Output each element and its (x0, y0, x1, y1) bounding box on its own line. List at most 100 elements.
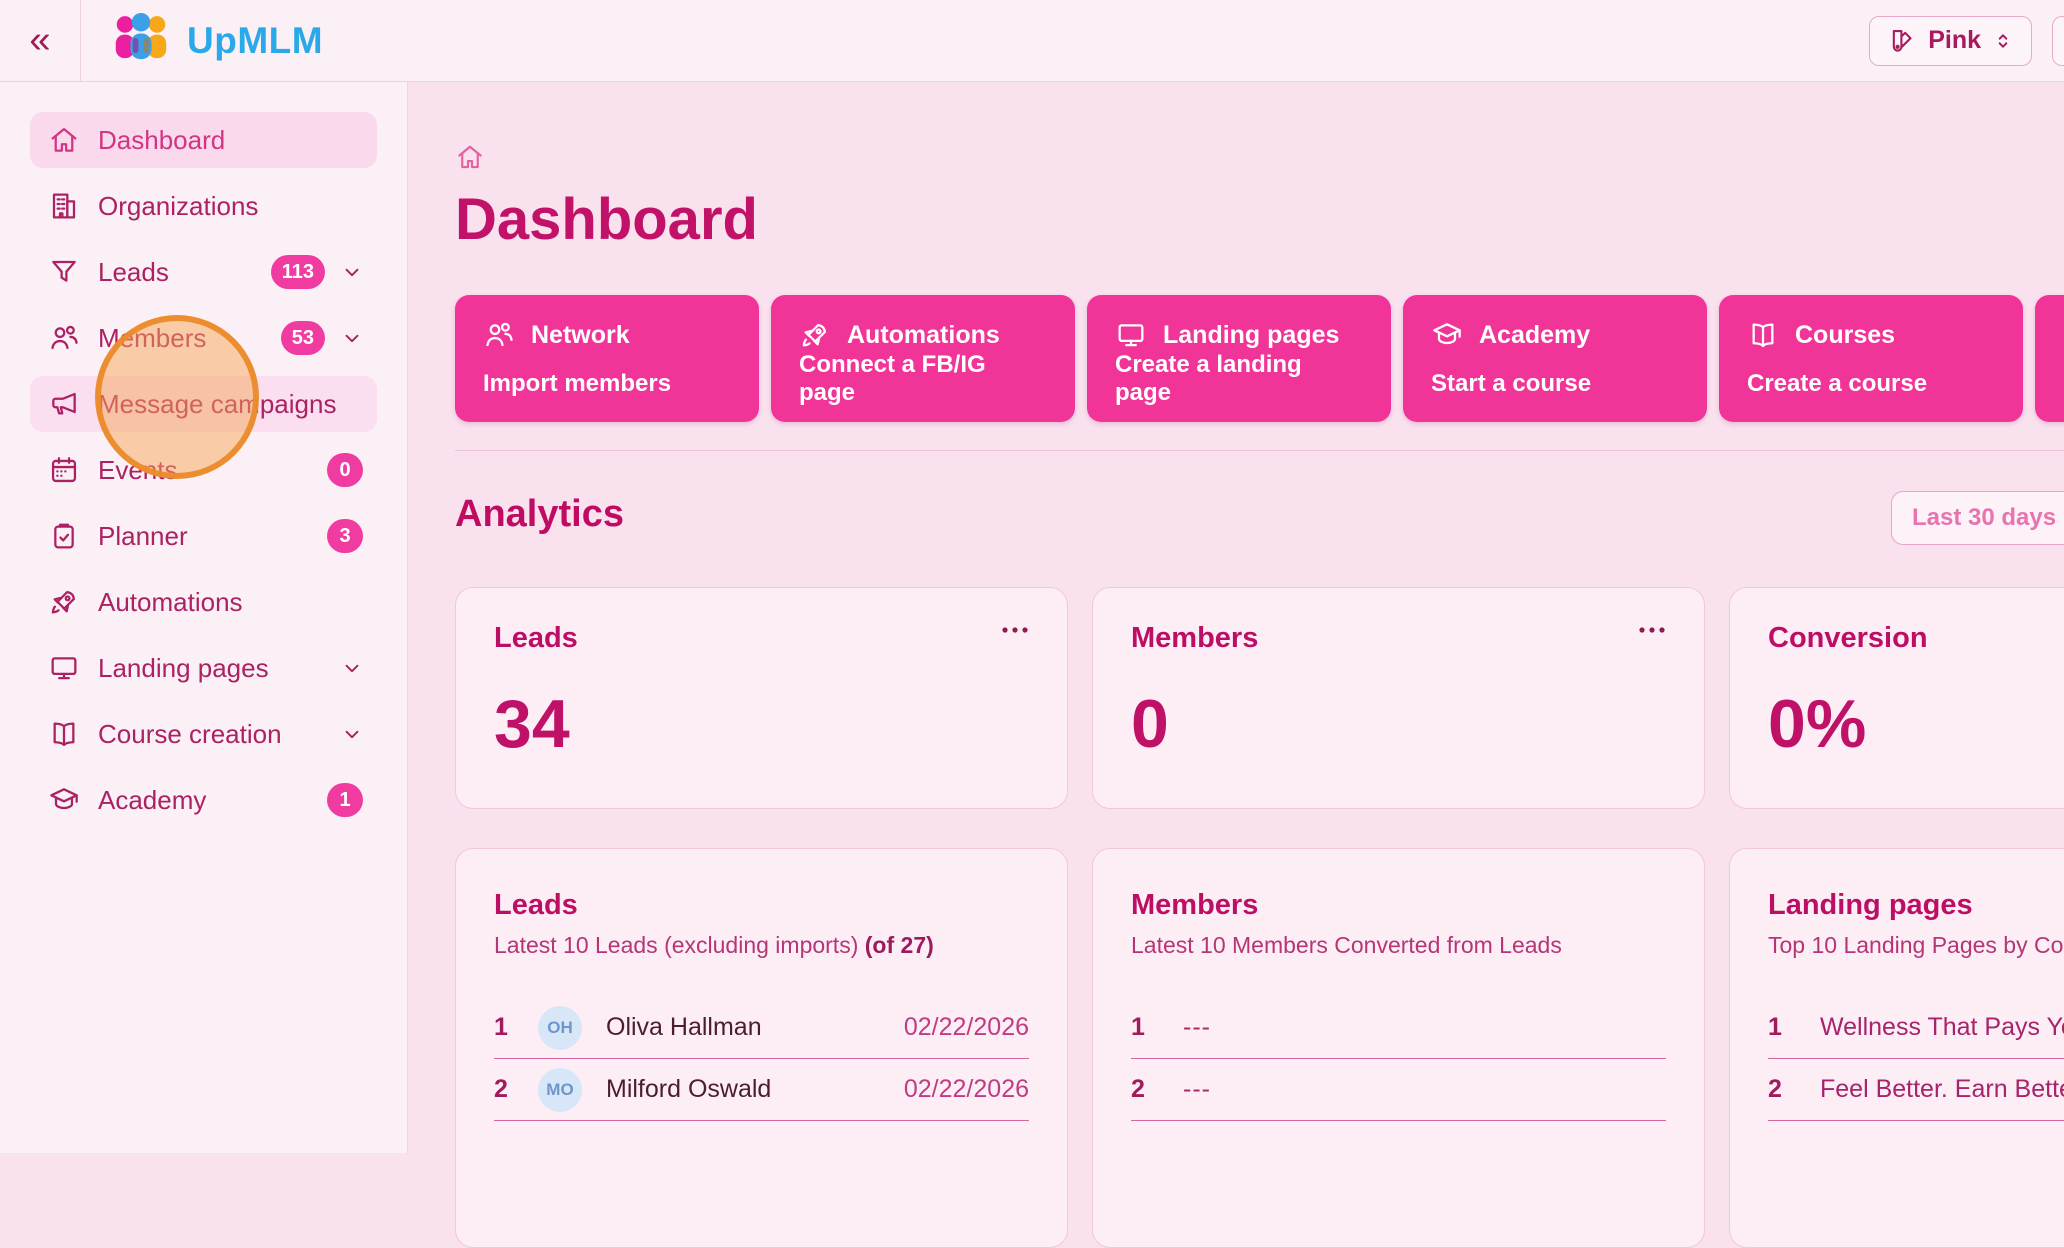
sidebar-item-label: Automations (98, 587, 243, 618)
theme-select-button[interactable]: Pink (1869, 16, 2032, 66)
list-row[interactable]: 2Feel Better. Earn Better. (1768, 1059, 2064, 1121)
row-name: --- (1183, 1013, 1211, 1042)
main-content: Dashboard Network Import members Automatio… (408, 82, 2064, 1153)
date-range-filter[interactable]: Last 30 days 01/23/2026 (1891, 491, 2064, 545)
analytics-lists-row: Leads Latest 10 Leads (excluding imports)… (455, 848, 2064, 1248)
graduation-cap-icon (1431, 319, 1463, 351)
count-badge: 53 (281, 321, 325, 355)
sidebar-item-leads[interactable]: Leads113 (30, 244, 377, 300)
list-row: 2--- (1131, 1059, 1666, 1121)
sidebar-item-label: Events (98, 455, 178, 486)
swatch-icon (1888, 27, 1916, 55)
sidebar-item-label: Organizations (98, 191, 258, 222)
sidebar-item-label: Message campaigns (98, 389, 336, 420)
stat-label: Leads (494, 622, 1029, 655)
quick-action-title: Academy (1479, 321, 1590, 350)
sidebar-item-organizations[interactable]: Organizations (30, 178, 377, 234)
header-edge-button[interactable] (2052, 16, 2064, 66)
quick-action-courses[interactable]: CoursesCreate a course (1719, 295, 2023, 422)
list-subtitle: Latest 10 Members Converted from Leads (1131, 932, 1666, 959)
sidebar-item-message-campaigns[interactable]: Message campaigns (30, 376, 377, 432)
list-row[interactable]: 1Wellness That Pays You Back (1768, 997, 2064, 1059)
quick-action-academy[interactable]: Academy Start a course (1403, 295, 1707, 422)
list-subtitle: Latest 10 Leads (excluding imports) (of … (494, 932, 1029, 959)
sidebar-collapse-button[interactable]: « (0, 0, 81, 82)
sidebar-item-label: Dashboard (98, 125, 225, 156)
chevron-down-icon[interactable] (341, 261, 363, 283)
graduation-cap-icon (48, 784, 80, 816)
row-name: Oliva Hallman (606, 1013, 762, 1042)
sidebar-item-members[interactable]: Members 53 (30, 310, 377, 366)
sidebar-item-planner[interactable]: Planner3 (30, 508, 377, 564)
chevron-down-icon[interactable] (341, 327, 363, 349)
calendar-icon (48, 454, 80, 486)
quick-action-subtitle: Start a course (1431, 370, 1679, 398)
avatar: OH (538, 1006, 582, 1050)
sidebar-item-label: Members (98, 323, 206, 354)
sidebar-item-course-creation[interactable]: Course creation (30, 706, 377, 762)
list-title: Landing pages (1768, 889, 2064, 922)
stat-card-members: Members0 (1092, 587, 1705, 809)
quick-action-subtitle: Create a landing page (1115, 351, 1363, 407)
list-title: Members (1131, 889, 1666, 922)
app-logo[interactable]: UpMLM (109, 12, 323, 70)
chevron-down-icon[interactable] (341, 723, 363, 745)
rocket-icon (799, 319, 831, 351)
row-index: 2 (1131, 1075, 1165, 1104)
section-divider (455, 450, 2064, 451)
ellipsis-icon[interactable] (1634, 618, 1670, 642)
list-row[interactable]: 2 MO Milford Oswald 02/22/2026 (494, 1059, 1029, 1121)
home-icon[interactable] (455, 142, 485, 172)
monitor-icon (48, 652, 80, 684)
book-icon (1747, 319, 1779, 351)
stat-value: 34 (494, 685, 1029, 763)
quick-action-subtitle: Import members (483, 370, 731, 398)
quick-action-network[interactable]: Network Import members (455, 295, 759, 422)
row-index: 1 (494, 1013, 528, 1042)
row-index: 2 (494, 1075, 528, 1104)
stat-label: Conversion (1768, 622, 2064, 655)
monitor-icon (1115, 319, 1147, 351)
page-title: Dashboard (455, 186, 2064, 253)
analytics-stats-row: Leads 34 Members0Conversion0% (455, 587, 2064, 809)
sidebar-item-landing-pages[interactable]: Landing pages (30, 640, 377, 696)
quick-action-automations[interactable]: AutomationsConnect a FB/IG page (771, 295, 1075, 422)
quick-action-landing-pages[interactable]: Landing pagesCreate a landing page (1087, 295, 1391, 422)
quick-action-title: Landing pages (1163, 321, 1339, 350)
quick-action-partial[interactable]: Create (2035, 295, 2064, 422)
chevron-down-icon[interactable] (341, 657, 363, 679)
chevrons-up-down-icon (1993, 31, 2013, 51)
sidebar-item-events[interactable]: Events 0 (30, 442, 377, 498)
stat-card-conversion: Conversion0% (1729, 587, 2064, 809)
row-index: 2 (1768, 1075, 1802, 1104)
sidebar-item-label: Course creation (98, 719, 282, 750)
quick-action-title: Network (531, 321, 630, 350)
list-row[interactable]: 1 OH Oliva Hallman 02/22/2026 (494, 997, 1029, 1059)
date-range-label: Last 30 days (1912, 504, 2056, 532)
list-card-leads: Leads Latest 10 Leads (excluding imports)… (455, 848, 1068, 1248)
app-header: « UpMLM Pink (0, 0, 2064, 82)
ellipsis-icon[interactable] (997, 618, 1033, 642)
row-date: 02/22/2026 (904, 1075, 1029, 1104)
row-name: Milford Oswald (606, 1075, 771, 1104)
theme-select-value: Pink (1928, 26, 1981, 55)
book-icon (48, 718, 80, 750)
sidebar-item-academy[interactable]: Academy1 (30, 772, 377, 828)
sidebar-item-automations[interactable]: Automations (30, 574, 377, 630)
stat-label: Members (1131, 622, 1666, 655)
row-date: 02/22/2026 (904, 1013, 1029, 1042)
sidebar-item-label: Academy (98, 785, 206, 816)
sidebar-item-label: Planner (98, 521, 188, 552)
rocket-icon (48, 586, 80, 618)
count-badge: 0 (327, 453, 363, 487)
brand-name: UpMLM (187, 20, 323, 62)
list-title: Leads (494, 889, 1029, 922)
list-card-landing-pages: Landing pages Top 10 Landing Pages by Con… (1729, 848, 2064, 1248)
stat-card-leads: Leads 34 (455, 587, 1068, 809)
users-icon (48, 322, 80, 354)
sidebar-item-dashboard[interactable]: Dashboard (30, 112, 377, 168)
list-card-members: Members Latest 10 Members Converted from … (1092, 848, 1705, 1248)
list-subtitle: Top 10 Landing Pages by Conversion (1768, 932, 2064, 959)
avatar: MO (538, 1068, 582, 1112)
count-badge: 113 (271, 255, 325, 289)
